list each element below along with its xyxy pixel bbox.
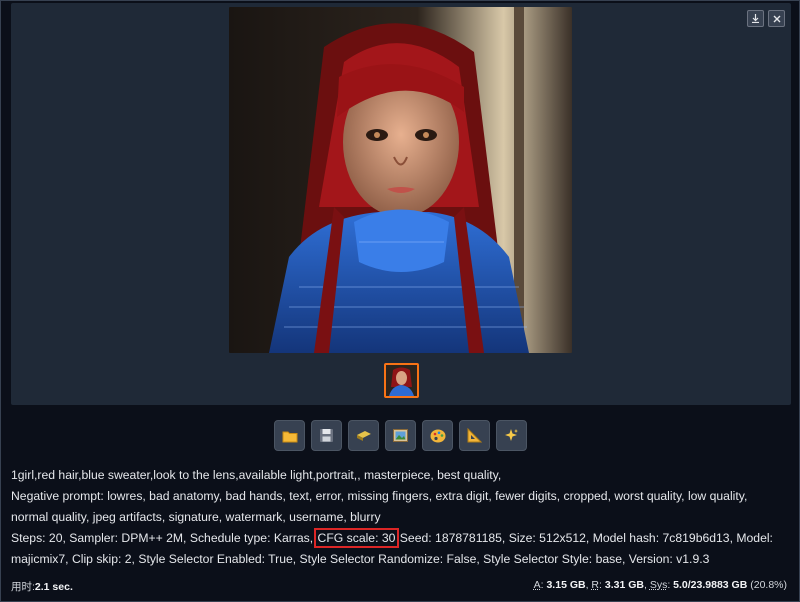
result-panel: 1girl,red hair,blue sweater,look to the … xyxy=(0,0,800,602)
send-to-extras-button[interactable] xyxy=(459,420,490,451)
prompt-text: 1girl,red hair,blue sweater,look to the … xyxy=(11,468,502,482)
sys-label: Sys xyxy=(649,579,668,591)
image-gallery xyxy=(11,3,791,405)
negative-prompt-text: Negative prompt: lowres, bad anatomy, ba… xyxy=(11,489,748,524)
image-action-toolbar xyxy=(274,420,527,451)
r-label: R xyxy=(591,579,600,591)
gallery-corner-controls xyxy=(747,10,785,27)
save-button[interactable] xyxy=(311,420,342,451)
close-icon[interactable] xyxy=(768,10,785,27)
floppy-disk-icon xyxy=(320,429,333,442)
sys-value: 5.0/23.9883 GB xyxy=(673,579,748,591)
triangle-ruler-icon xyxy=(467,428,482,443)
sys-percent: (20.8%) xyxy=(750,579,787,591)
download-icon[interactable] xyxy=(747,10,764,27)
status-footer: 用时:2.1 sec. A: 3.15 GB, R: 3.31 GB, Sys:… xyxy=(11,579,787,594)
time-label: 用时: xyxy=(11,581,35,593)
time-value: 2.1 sec. xyxy=(34,581,73,593)
r-value: 3.31 GB xyxy=(604,579,644,591)
memory-usage: A: 3.15 GB, R: 3.31 GB, Sys: 5.0/23.9883… xyxy=(533,579,787,591)
a-value: 3.15 GB xyxy=(546,579,586,591)
zip-button[interactable] xyxy=(348,420,379,451)
cfg-scale-highlight: CFG scale: 30 xyxy=(313,528,400,548)
send-to-inpaint-button[interactable] xyxy=(422,420,453,451)
open-folder-button[interactable] xyxy=(274,420,305,451)
a-label: A xyxy=(533,579,541,591)
send-to-extensions-button[interactable] xyxy=(496,420,527,451)
generation-parameters: Steps: 20, Sampler: DPM++ 2M, Schedule t… xyxy=(11,528,786,570)
generation-info: 1girl,red hair,blue sweater,look to the … xyxy=(11,465,786,570)
package-icon xyxy=(356,430,371,441)
send-to-img2img-button[interactable] xyxy=(385,420,416,451)
palette-icon xyxy=(430,429,445,442)
generated-image[interactable] xyxy=(229,7,572,353)
picture-icon xyxy=(393,429,408,442)
folder-icon xyxy=(282,431,297,442)
params-text: Steps: 20, Sampler: DPM++ 2M, Schedule t… xyxy=(11,531,317,545)
time-taken: 用时:2.1 sec. xyxy=(11,579,73,594)
gallery-thumbnail[interactable] xyxy=(384,363,419,398)
sparkle-icon xyxy=(505,429,518,441)
